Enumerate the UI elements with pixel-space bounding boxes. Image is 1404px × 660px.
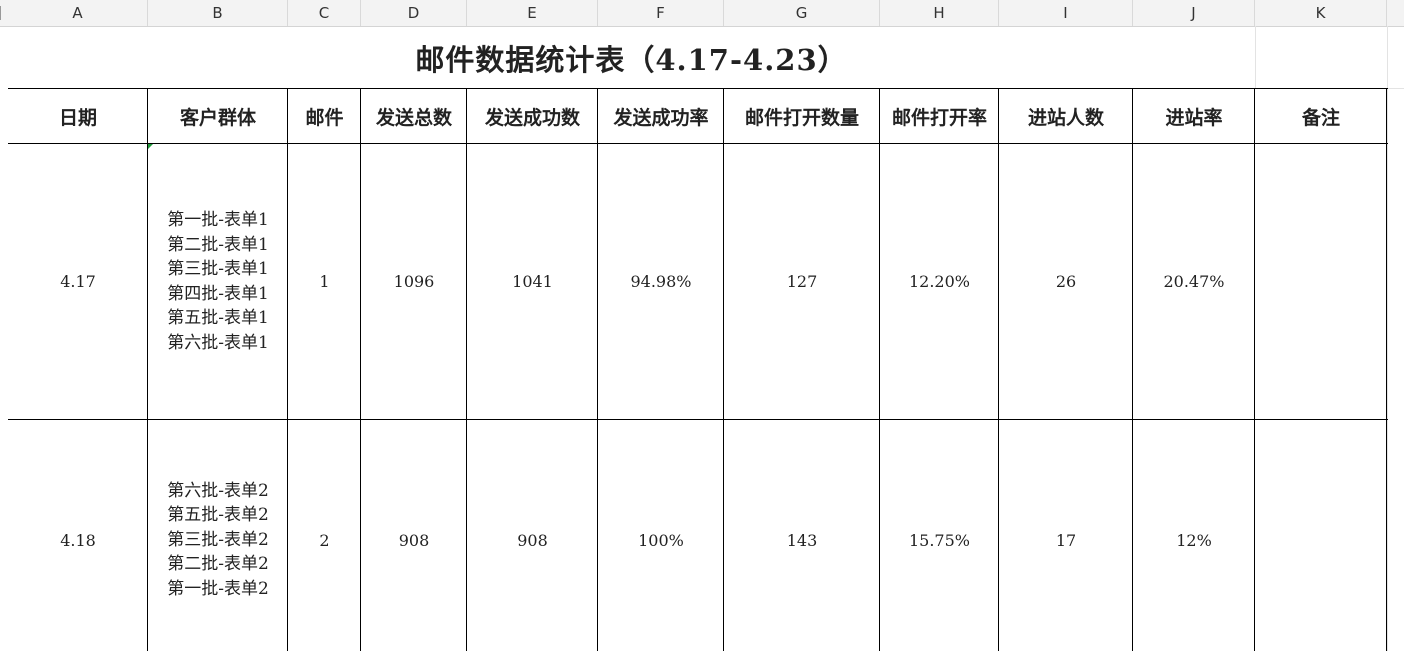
table-cell-open-rate[interactable]: 12.20%: [880, 144, 999, 419]
table-cell-mail[interactable]: 1: [288, 144, 361, 419]
table-border: [998, 88, 999, 651]
table-cell-total-sent[interactable]: 908: [361, 420, 467, 660]
column-header-b[interactable]: B: [148, 0, 288, 26]
header-success-count[interactable]: 发送成功数: [467, 89, 598, 143]
table-cell-customer-group[interactable]: 第一批-表单1 第二批-表单1 第三批-表单1 第四批-表单1 第五批-表单1 …: [148, 144, 288, 419]
table-cell-mail[interactable]: 2: [288, 420, 361, 660]
column-header-f[interactable]: F: [598, 0, 724, 26]
group-line: 第一批-表单1: [167, 210, 269, 230]
table-cell-success-rate[interactable]: 100%: [598, 420, 724, 660]
column-header-g[interactable]: G: [724, 0, 880, 26]
group-line: 第六批-表单1: [167, 332, 269, 353]
table-cell-date[interactable]: 4.17: [8, 144, 148, 419]
group-line: 第一批-表单2: [167, 578, 269, 599]
group-line: 第二批-表单1: [167, 234, 269, 255]
table-cell-success-count[interactable]: 1041: [467, 144, 598, 419]
gridline: [1255, 26, 1256, 88]
group-line: 第四批-表单1: [167, 283, 269, 304]
column-header-d[interactable]: D: [361, 0, 467, 26]
table-cell-visitors[interactable]: 26: [999, 144, 1133, 419]
header-mail[interactable]: 邮件: [288, 89, 361, 143]
table-border: [1132, 88, 1133, 651]
table-cell-total-sent[interactable]: 1096: [361, 144, 467, 419]
sheet-title[interactable]: 邮件数据统计表（4.17-4.23）: [8, 27, 1255, 88]
group-line: 第五批-表单2: [167, 505, 269, 526]
table-border: [8, 419, 1388, 420]
row-header-edge: [0, 6, 1, 20]
table-border: [1386, 88, 1387, 651]
header-open-count[interactable]: 邮件打开数量: [724, 89, 880, 143]
column-header-bar: A B C D E F G H I J K: [0, 0, 1404, 27]
column-header-e[interactable]: E: [467, 0, 598, 26]
column-header-c[interactable]: C: [288, 0, 361, 26]
group-line: 第三批-表单2: [167, 529, 269, 550]
gridline: [1387, 26, 1388, 651]
table-border: [466, 88, 467, 651]
column-header-k[interactable]: K: [1255, 0, 1387, 26]
table-cell-success-count[interactable]: 908: [467, 420, 598, 660]
table-cell-visit-rate[interactable]: 12%: [1133, 420, 1255, 660]
table-cell-visitors[interactable]: 17: [999, 420, 1133, 660]
table-cell-open-count[interactable]: 127: [724, 144, 880, 419]
comment-marker-icon: [148, 144, 153, 149]
header-notes[interactable]: 备注: [1255, 89, 1387, 143]
table-border: [147, 88, 148, 651]
table-border: [287, 88, 288, 651]
table-cell-success-rate[interactable]: 94.98%: [598, 144, 724, 419]
table-border: [8, 88, 1388, 89]
table-border: [879, 88, 880, 651]
header-success-rate[interactable]: 发送成功率: [598, 89, 724, 143]
header-visit-rate[interactable]: 进站率: [1133, 89, 1255, 143]
header-open-rate[interactable]: 邮件打开率: [880, 89, 999, 143]
table-cell-date[interactable]: 4.18: [8, 420, 148, 660]
table-border: [360, 88, 361, 651]
table-cell-open-rate[interactable]: 15.75%: [880, 420, 999, 660]
group-line: 第五批-表单1: [167, 308, 269, 328]
table-border: [8, 143, 1388, 144]
table-cell-visit-rate[interactable]: 20.47%: [1133, 144, 1255, 419]
table-border: [597, 88, 598, 651]
column-header-i[interactable]: I: [999, 0, 1133, 26]
column-header-h[interactable]: H: [880, 0, 999, 26]
table-cell-notes[interactable]: [1255, 420, 1387, 651]
column-header-a[interactable]: A: [8, 0, 148, 26]
header-visitors[interactable]: 进站人数: [999, 89, 1133, 143]
column-header-j[interactable]: J: [1133, 0, 1255, 26]
header-date[interactable]: 日期: [8, 89, 148, 143]
group-line: 第三批-表单1: [167, 259, 269, 279]
table-border: [723, 88, 724, 651]
table-border: [1254, 88, 1255, 651]
header-customer-group[interactable]: 客户群体: [148, 89, 288, 143]
table-cell-customer-group[interactable]: 第六批-表单2 第五批-表单2 第三批-表单2 第二批-表单2 第一批-表单2: [148, 420, 288, 660]
table-cell-open-count[interactable]: 143: [724, 420, 880, 660]
column-header-overflow: [1387, 0, 1404, 26]
header-total-sent[interactable]: 发送总数: [361, 89, 467, 143]
group-line: 第六批-表单2: [167, 480, 269, 501]
table-cell-notes[interactable]: [1255, 144, 1387, 419]
group-line: 第二批-表单2: [167, 554, 269, 575]
